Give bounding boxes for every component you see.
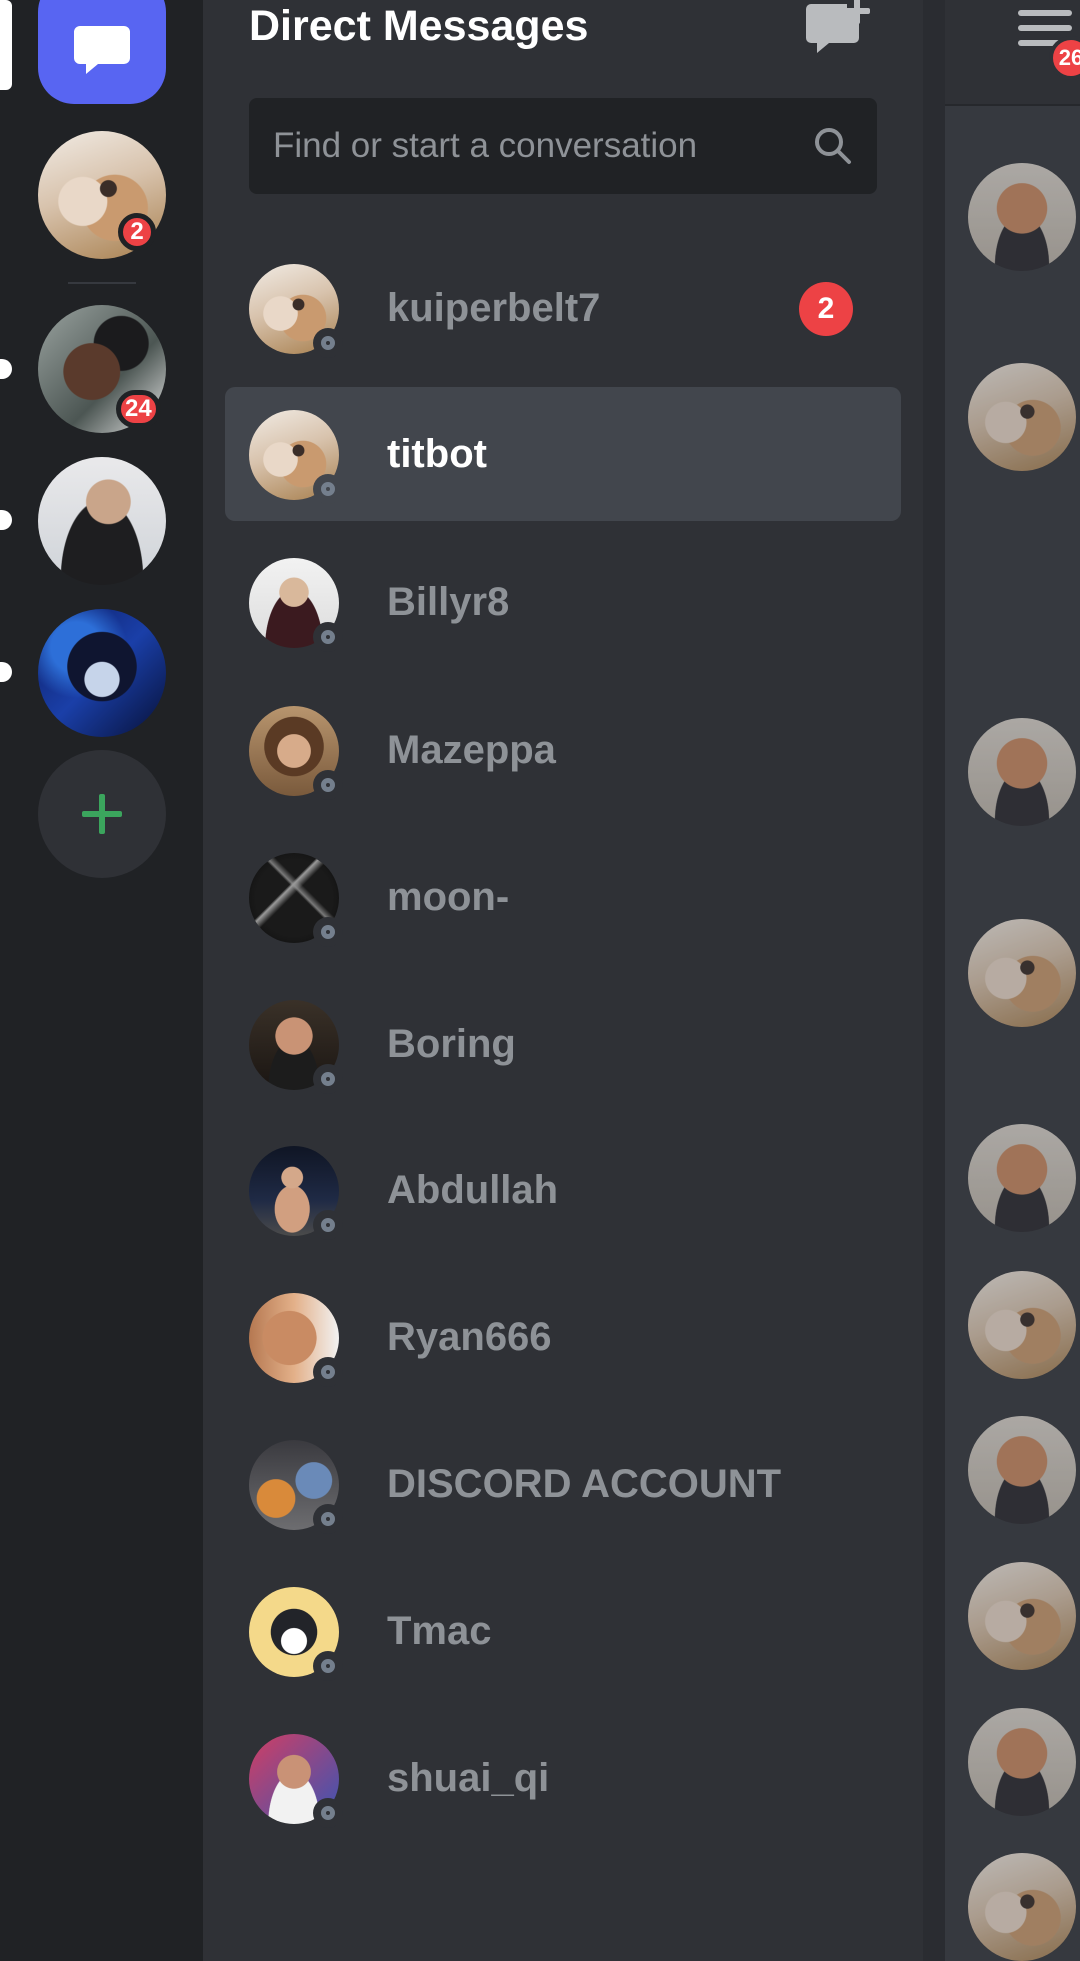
dm-username: kuiperbelt7 <box>387 286 601 330</box>
message-avatar[interactable] <box>968 1562 1076 1670</box>
dm-username: Tmac <box>387 1609 492 1653</box>
search-input[interactable]: Find or start a conversation <box>249 98 877 194</box>
message-avatar[interactable] <box>968 1271 1076 1379</box>
avatar <box>249 1293 343 1387</box>
avatar <box>249 1734 343 1828</box>
message-avatar[interactable] <box>968 1708 1076 1816</box>
search-icon <box>815 128 851 164</box>
unread-badge: 2 <box>799 282 853 336</box>
status-offline-icon <box>313 1064 343 1094</box>
server-icon-anime[interactable] <box>38 609 166 737</box>
dm-username: Mazeppa <box>387 728 556 772</box>
avatar <box>249 410 343 504</box>
message-avatar[interactable] <box>968 1124 1076 1232</box>
dm-row-moon[interactable]: moon- <box>225 830 901 964</box>
dm-row-discord-account[interactable]: DISCORD ACCOUNT <box>225 1417 901 1551</box>
chat-bubble-icon <box>74 26 130 74</box>
dm-username: Abdullah <box>387 1168 559 1212</box>
add-server-button[interactable] <box>38 750 166 878</box>
chat-view-peek[interactable]: 26 <box>923 0 1080 1961</box>
search-placeholder: Find or start a conversation <box>273 126 698 165</box>
status-offline-icon <box>313 328 343 358</box>
status-offline-icon <box>313 622 343 652</box>
unread-indicator <box>0 359 12 379</box>
dm-username: Boring <box>387 1022 516 1066</box>
message-avatar[interactable] <box>968 1416 1076 1524</box>
avatar <box>249 1000 343 1094</box>
chat-header: 26 <box>945 0 1080 106</box>
new-dm-button[interactable] <box>803 0 875 60</box>
message-avatar[interactable] <box>968 163 1076 271</box>
direct-messages-home-button[interactable] <box>38 0 166 104</box>
new-message-plus-icon <box>806 0 870 53</box>
avatar <box>249 853 343 947</box>
status-offline-icon <box>313 1357 343 1387</box>
dm-row-titbot[interactable]: titbot <box>225 387 901 521</box>
dm-row-billyr8[interactable]: Billyr8 <box>225 535 901 669</box>
rail-separator <box>68 282 136 284</box>
dm-row-abdullah[interactable]: Abdullah <box>225 1123 901 1257</box>
page-title: Direct Messages <box>249 2 589 50</box>
dm-row-ryan666[interactable]: Ryan666 <box>225 1270 901 1404</box>
status-offline-icon <box>313 474 343 504</box>
mention-badge: 24 <box>116 390 161 428</box>
menu-mention-badge: 26 <box>1049 36 1080 80</box>
direct-messages-panel: Direct Messages Find or start a conversa… <box>203 0 923 1961</box>
status-offline-icon <box>313 770 343 800</box>
message-avatar[interactable] <box>968 1853 1076 1961</box>
status-offline-icon <box>313 917 343 947</box>
status-offline-icon <box>313 1798 343 1828</box>
server-avatar <box>38 457 166 585</box>
plus-icon <box>82 794 122 834</box>
dm-username: titbot <box>387 432 487 476</box>
panel-divider <box>923 0 945 1961</box>
status-offline-icon <box>313 1651 343 1681</box>
message-avatar[interactable] <box>968 718 1076 826</box>
unread-indicator <box>0 662 12 682</box>
unread-indicator <box>0 510 12 530</box>
dm-row-kuiperbelt7[interactable]: kuiperbelt7 2 <box>225 241 901 375</box>
message-avatar[interactable] <box>968 363 1076 471</box>
dm-username: Ryan666 <box>387 1315 552 1359</box>
dm-row-boring[interactable]: Boring <box>225 977 901 1111</box>
dm-username: Billyr8 <box>387 580 510 624</box>
dm-username: moon- <box>387 875 510 919</box>
server-icon-smoke[interactable]: 24 <box>38 305 166 433</box>
server-avatar <box>38 609 166 737</box>
server-rail: 2 24 <box>0 0 203 1961</box>
dm-username: shuai_qi <box>387 1756 550 1800</box>
dm-username: DISCORD ACCOUNT <box>387 1462 782 1506</box>
selected-indicator <box>0 0 12 90</box>
avatar <box>249 1146 343 1240</box>
avatar <box>249 1587 343 1681</box>
dm-row-tmac[interactable]: Tmac <box>225 1564 901 1698</box>
dm-row-shuai-qi[interactable]: shuai_qi <box>225 1711 901 1845</box>
server-icon-jacket[interactable] <box>38 457 166 585</box>
avatar <box>249 706 343 800</box>
avatar <box>249 1440 343 1534</box>
message-avatar[interactable] <box>968 919 1076 1027</box>
avatar <box>249 558 343 652</box>
status-offline-icon <box>313 1504 343 1534</box>
status-offline-icon <box>313 1210 343 1240</box>
dm-row-mazeppa[interactable]: Mazeppa <box>225 683 901 817</box>
avatar <box>249 264 343 358</box>
mention-badge: 2 <box>118 213 156 251</box>
discord-app: 2 24 Direct Messages Find or start a con… <box>0 0 1080 1961</box>
server-icon-dog[interactable]: 2 <box>38 131 166 259</box>
